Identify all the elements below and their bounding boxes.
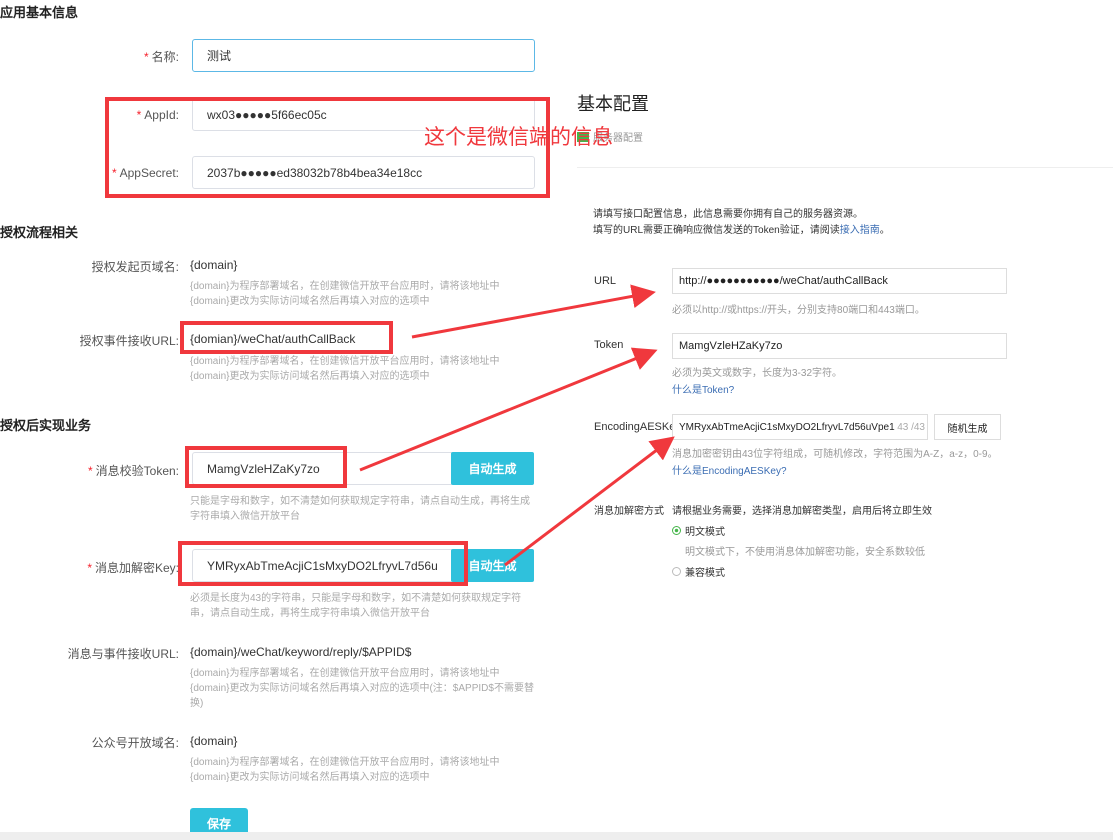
arrow-aes-key	[504, 436, 675, 567]
arrow-event-url	[411, 284, 656, 339]
annotation-arrows	[359, 284, 675, 567]
arrow-token	[359, 347, 658, 472]
